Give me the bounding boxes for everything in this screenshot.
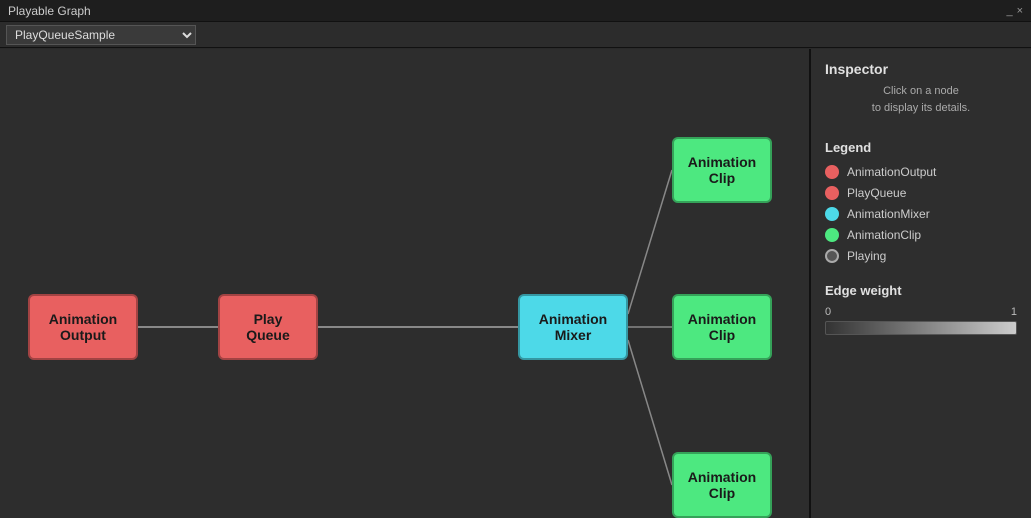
node-clip-mid[interactable]: AnimationClip	[672, 294, 772, 360]
node-clip-bot[interactable]: AnimationClip	[672, 452, 772, 518]
legend-item-clip: AnimationClip	[825, 228, 1017, 242]
legend-label-output: AnimationOutput	[847, 165, 936, 179]
legend-dot-clip	[825, 228, 839, 242]
window-title: Playable Graph	[8, 4, 91, 18]
inspector-title: Inspector	[825, 61, 1017, 77]
edge-weight-bar	[825, 321, 1017, 335]
inspector-subtitle: Click on a nodeto display its details.	[825, 83, 1017, 116]
legend-dot-mixer	[825, 207, 839, 221]
graph-canvas: AnimationOutput PlayQueue AnimationMixer…	[0, 49, 810, 518]
legend-dot-playing	[825, 249, 839, 263]
title-bar: Playable Graph _ ×	[0, 0, 1031, 22]
node-animation-output[interactable]: AnimationOutput	[28, 294, 138, 360]
node-play-queue[interactable]: PlayQueue	[218, 294, 318, 360]
legend-title: Legend	[825, 140, 1017, 155]
legend-dot-output	[825, 165, 839, 179]
right-panel: Inspector Click on a nodeto display its …	[810, 49, 1031, 518]
legend-label-mixer: AnimationMixer	[847, 207, 930, 221]
node-animation-mixer[interactable]: AnimationMixer	[518, 294, 628, 360]
legend-item-playqueue: PlayQueue	[825, 186, 1017, 200]
legend-label-clip: AnimationClip	[847, 228, 921, 242]
graph-edges	[0, 49, 810, 518]
legend-item-output: AnimationOutput	[825, 165, 1017, 179]
close-button[interactable]: ×	[1017, 5, 1023, 17]
window-controls[interactable]: _ ×	[1006, 5, 1023, 17]
legend-label-playqueue: PlayQueue	[847, 186, 906, 200]
edge-weight-min: 0	[825, 306, 831, 318]
legend-dot-playqueue	[825, 186, 839, 200]
legend-label-playing: Playing	[847, 249, 886, 263]
edge-weight-section: Edge weight 0 1	[825, 283, 1017, 335]
edge-weight-title: Edge weight	[825, 283, 1017, 298]
legend-item-mixer: AnimationMixer	[825, 207, 1017, 221]
edge-weight-max: 1	[1011, 306, 1017, 318]
node-clip-top[interactable]: AnimationClip	[672, 137, 772, 203]
edge-weight-labels: 0 1	[825, 306, 1017, 318]
toolbar: PlayQueueSample	[0, 22, 1031, 48]
graph-selector[interactable]: PlayQueueSample	[6, 25, 196, 45]
legend-item-playing: Playing	[825, 249, 1017, 263]
minimize-button[interactable]: _	[1006, 5, 1012, 17]
